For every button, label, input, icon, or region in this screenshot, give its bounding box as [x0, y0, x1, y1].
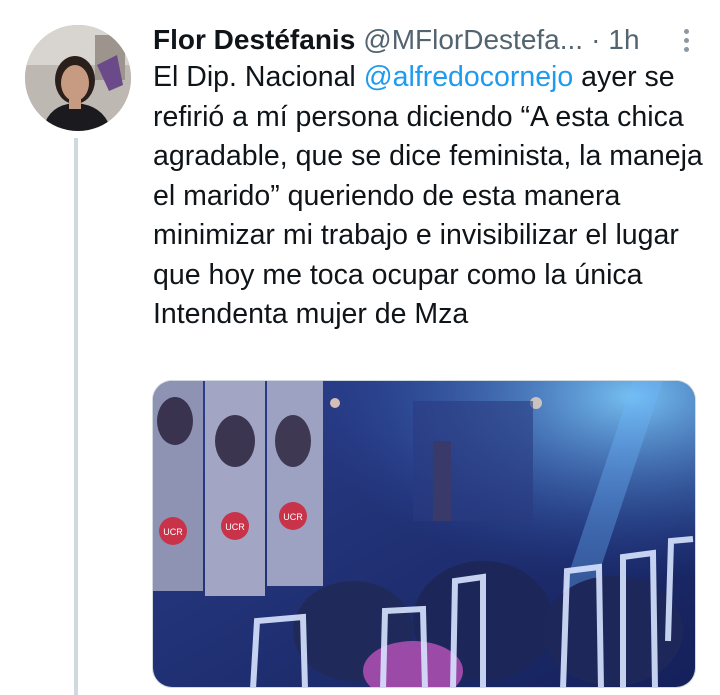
author-name[interactable]: Flor Destéfanis [153, 22, 355, 58]
poster-label: UCR [163, 527, 183, 537]
avatar-image [25, 25, 131, 131]
separator-dot: · [591, 24, 601, 55]
poster-label: UCR [225, 522, 245, 532]
tweet-time[interactable]: 1h [608, 22, 639, 58]
thread-line [74, 138, 78, 695]
tweet-header: Flor Destéfanis @MFlorDestefa... · 1h [153, 20, 698, 60]
author-handle[interactable]: @MFlorDestefa... [363, 22, 583, 58]
tweet-text: El Dip. Nacional @alfredocornejo ayer se… [153, 58, 713, 335]
tweet-media-image[interactable]: UCR UCR UCR [152, 380, 696, 688]
event-photo: UCR UCR UCR [153, 381, 695, 687]
more-vertical-icon[interactable] [674, 24, 698, 56]
tweet-text-body: ayer se refirió a mí persona diciendo “A… [153, 61, 703, 330]
avatar[interactable] [25, 25, 131, 131]
poster-label: UCR [283, 512, 303, 522]
tweet-text-intro: El Dip. Nacional [153, 61, 364, 93]
mention-link[interactable]: @alfredocornejo [364, 61, 574, 93]
